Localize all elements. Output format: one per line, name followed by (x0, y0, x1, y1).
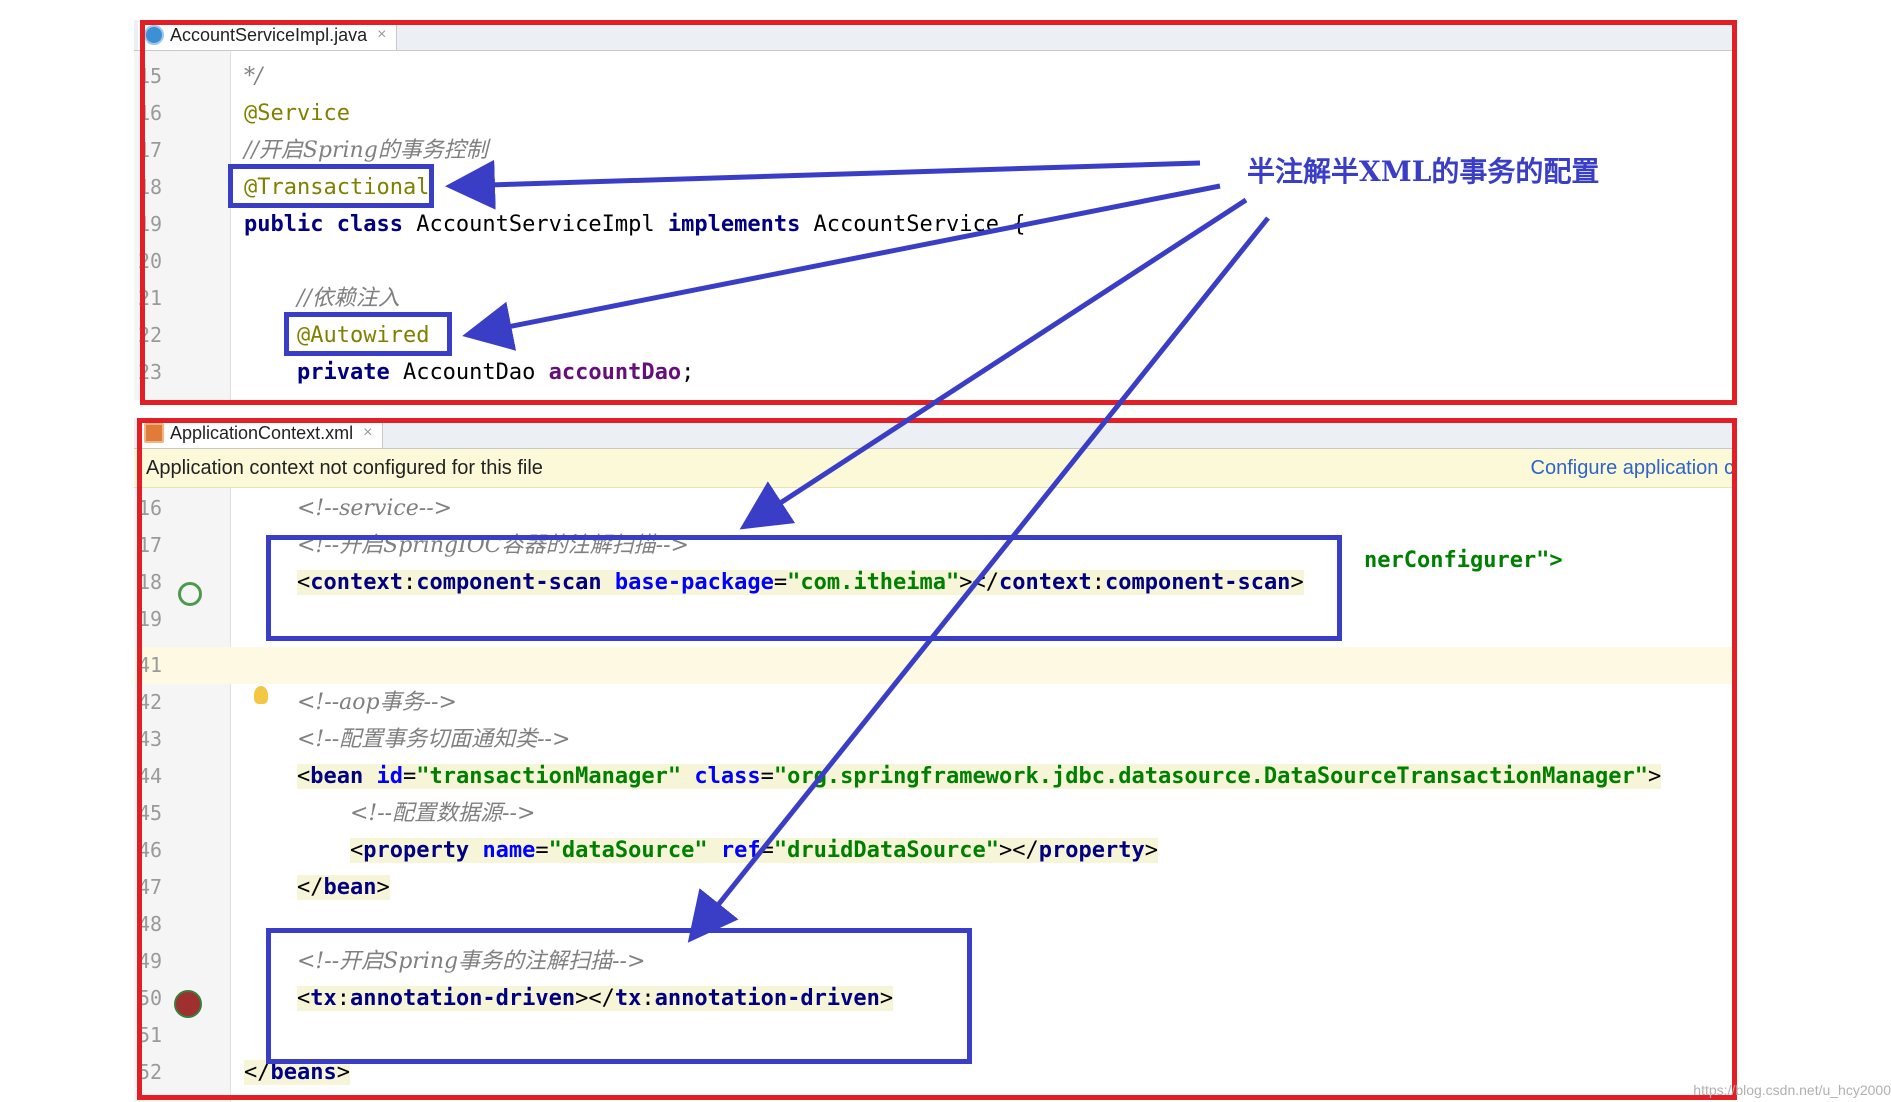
component-scan-highlight (266, 535, 1342, 641)
autowired-highlight (284, 312, 452, 356)
watermark: https://blog.csdn.net/u_hcy2000 (1693, 1082, 1891, 1098)
callout-label: 半注解半XML的事务的配置 (1247, 155, 1600, 188)
annotation-driven-highlight (266, 928, 972, 1064)
transactional-highlight (228, 164, 434, 208)
